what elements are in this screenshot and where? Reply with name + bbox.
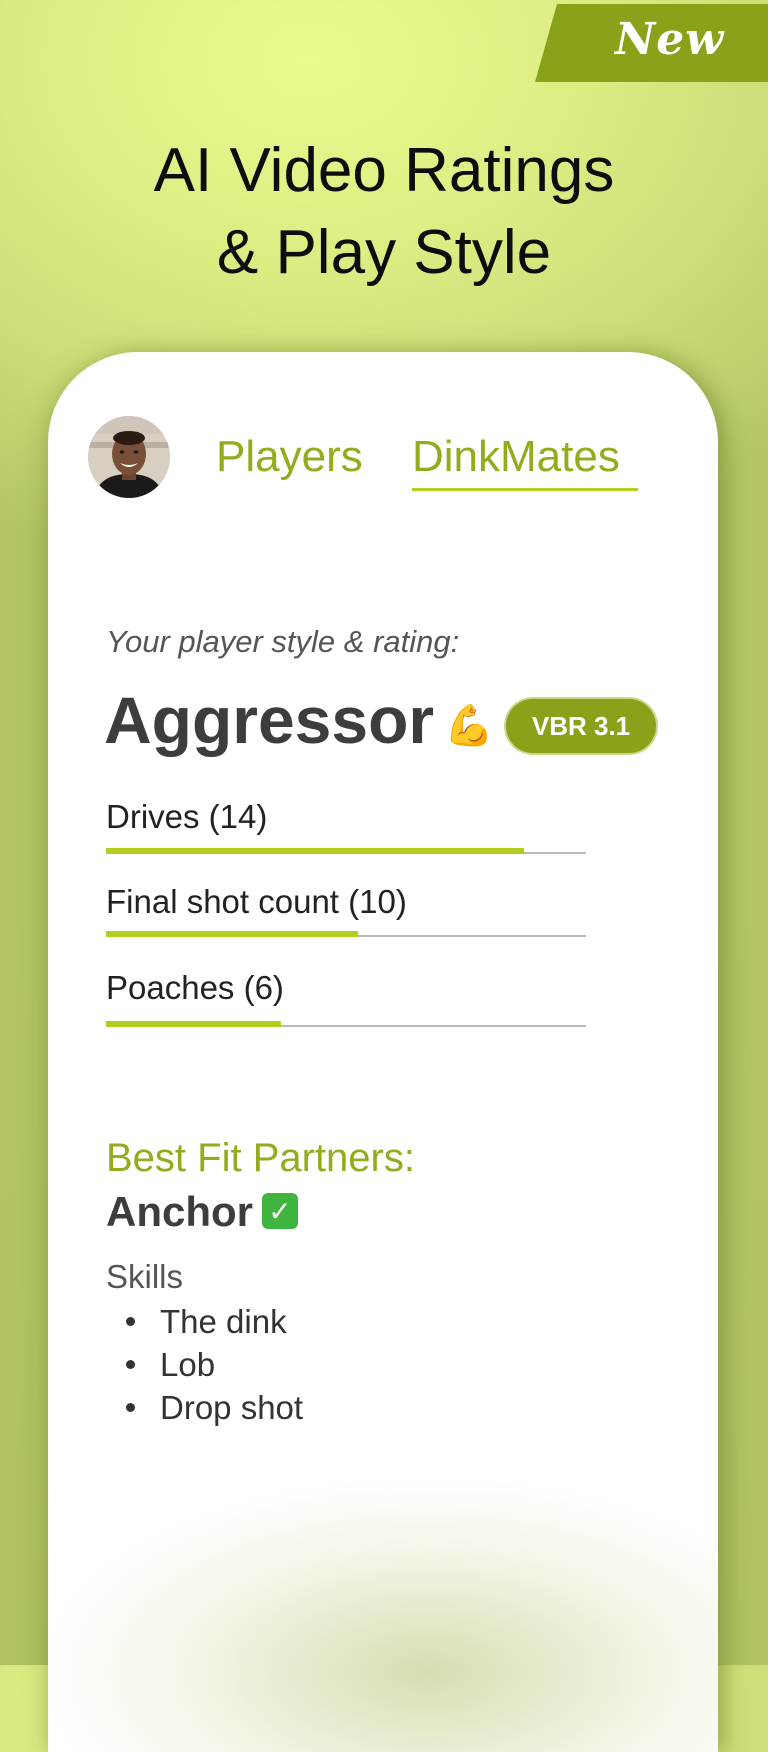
list-item: Drop shot: [106, 1386, 303, 1429]
active-tab-indicator: [412, 488, 638, 491]
player-style-name: Aggressor: [104, 683, 435, 757]
new-ribbon: New: [535, 4, 768, 82]
flexed-biceps-icon: 💪: [444, 704, 494, 748]
stat-final-shot-count: Final shot count (10): [106, 883, 586, 937]
avatar-image: [88, 416, 170, 498]
stat-poaches: Poaches (6): [106, 969, 586, 1027]
player-style-label: Your player style & rating:: [106, 624, 460, 659]
skills-list: The dink Lob Drop shot: [106, 1300, 303, 1429]
page-headline: AI Video Ratings & Play Style: [0, 130, 768, 294]
headline-line-1: AI Video Ratings: [153, 136, 615, 205]
rating-badge[interactable]: VBR 3.1: [506, 699, 656, 753]
stat-poaches-label: Poaches (6): [106, 969, 284, 1006]
phone-mockup: Players DinkMates Your player style & ra…: [48, 352, 718, 1752]
stat-drives-label: Drives (14): [106, 798, 268, 835]
best-fit-partners-heading: Best Fit Partners:: [106, 1136, 415, 1180]
skills-heading: Skills: [106, 1258, 184, 1295]
stat-drives: Drives (14): [106, 798, 586, 854]
partner-style-name: Anchor: [106, 1188, 253, 1235]
tab-dinkmates[interactable]: DinkMates: [412, 432, 620, 482]
avatar[interactable]: [88, 416, 170, 498]
headline-line-2: & Play Style: [216, 218, 552, 287]
stat-drives-fill: [106, 848, 524, 854]
check-mark-icon: ✓: [262, 1193, 298, 1229]
stat-final-shot-count-label: Final shot count (10): [106, 883, 407, 920]
new-ribbon-label: New: [615, 14, 725, 65]
list-item: The dink: [106, 1300, 303, 1343]
phone-fade-overlay: [48, 1372, 718, 1752]
stat-poaches-fill: [106, 1021, 282, 1027]
tab-players[interactable]: Players: [216, 432, 363, 482]
stat-final-shot-count-fill: [106, 931, 358, 937]
list-item: Lob: [106, 1343, 303, 1386]
